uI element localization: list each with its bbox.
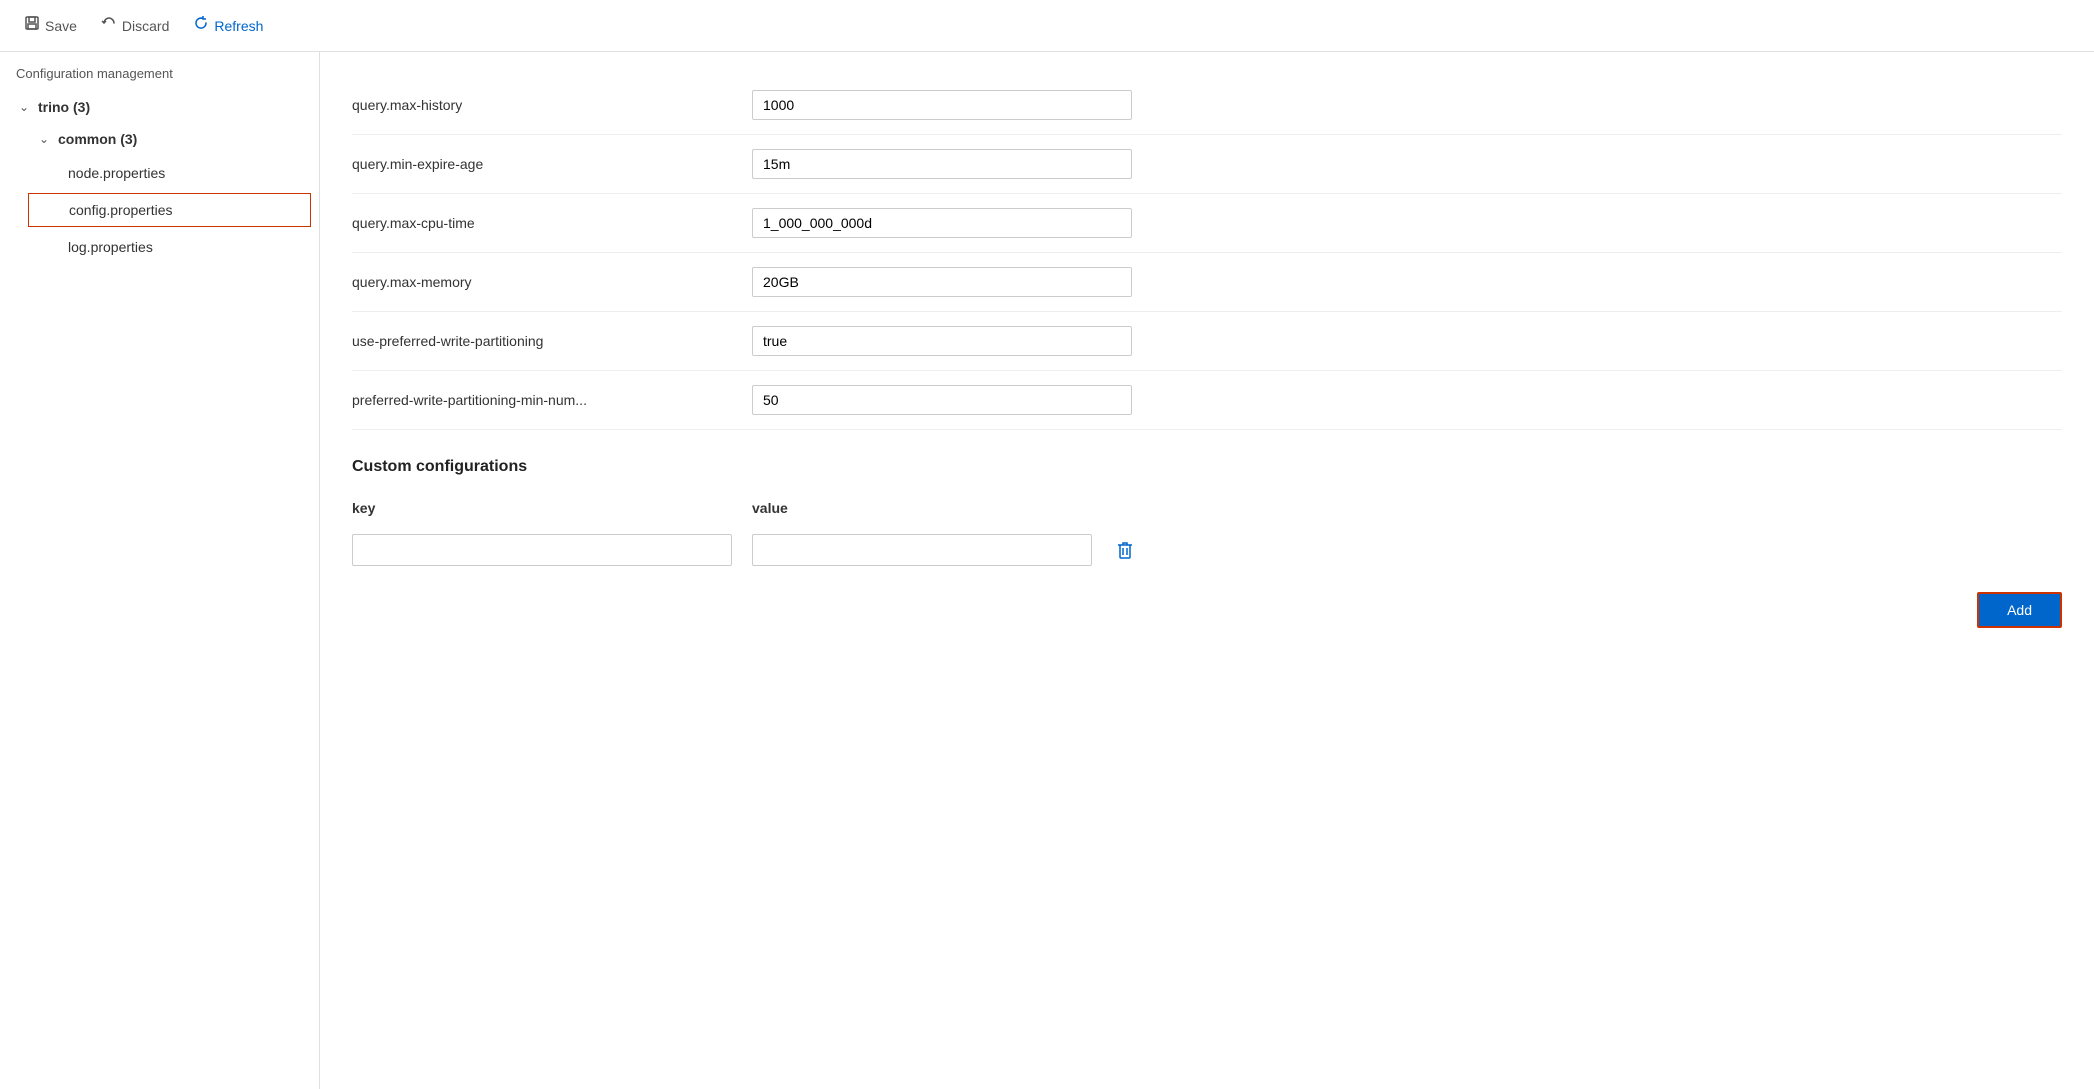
add-row-container: Add xyxy=(352,592,2062,648)
tree-leaf-log-properties[interactable]: log.properties xyxy=(20,229,319,265)
value-column-header: value xyxy=(752,500,2062,516)
config-key-label: query.max-history xyxy=(352,97,732,113)
custom-key-input[interactable] xyxy=(352,534,732,566)
sidebar: Configuration management ⌄ trino (3) ⌄ c… xyxy=(0,52,320,1089)
config-row: query.max-memory xyxy=(352,253,2062,312)
main-content: Configuration management ⌄ trino (3) ⌄ c… xyxy=(0,52,2094,1089)
custom-config-section: Custom configurations key value Add xyxy=(352,458,2062,648)
refresh-button[interactable]: Refresh xyxy=(185,11,271,40)
config-value-input[interactable] xyxy=(752,90,1132,120)
custom-config-row xyxy=(352,524,2062,576)
custom-rows-container xyxy=(352,524,2062,576)
config-value-input[interactable] xyxy=(752,208,1132,238)
config-rows: query.max-history query.min-expire-age que… xyxy=(352,76,2062,430)
config-row: query.min-expire-age xyxy=(352,135,2062,194)
discard-icon xyxy=(101,15,117,36)
save-icon xyxy=(24,15,40,36)
tree-leaf-config-properties[interactable]: config.properties xyxy=(28,193,311,227)
config-row: query.max-cpu-time xyxy=(352,194,2062,253)
config-key-label: query.max-memory xyxy=(352,274,732,290)
tree-root-item[interactable]: ⌄ trino (3) xyxy=(0,91,319,123)
config-key-label: query.max-cpu-time xyxy=(352,215,732,231)
right-panel: query.max-history query.min-expire-age que… xyxy=(320,52,2094,1089)
config-key-label: preferred-write-partitioning-min-num... xyxy=(352,392,732,408)
config-row: preferred-write-partitioning-min-num... xyxy=(352,371,2062,430)
trash-icon xyxy=(1116,541,1134,559)
delete-row-button[interactable] xyxy=(1112,537,1138,563)
tree-common-item[interactable]: ⌄ common (3) xyxy=(20,123,319,155)
chevron-down-icon: ⌄ xyxy=(16,100,32,114)
config-value-input[interactable] xyxy=(752,326,1132,356)
config-value-input[interactable] xyxy=(752,149,1132,179)
toolbar: Save Discard Refresh xyxy=(0,0,2094,52)
config-row: query.max-history xyxy=(352,76,2062,135)
custom-config-header: key value xyxy=(352,492,2062,524)
key-column-header: key xyxy=(352,500,732,516)
tree-leaf-node-properties[interactable]: node.properties xyxy=(20,155,319,191)
add-button[interactable]: Add xyxy=(1977,592,2062,628)
custom-section-title: Custom configurations xyxy=(352,458,2062,476)
custom-value-input[interactable] xyxy=(752,534,1092,566)
config-value-input[interactable] xyxy=(752,267,1132,297)
sidebar-header: Configuration management xyxy=(0,52,319,91)
config-key-label: use-preferred-write-partitioning xyxy=(352,333,732,349)
tree-children: ⌄ common (3) node.properties config.prop… xyxy=(0,123,319,265)
config-key-label: query.min-expire-age xyxy=(352,156,732,172)
save-button[interactable]: Save xyxy=(16,11,85,40)
refresh-icon xyxy=(193,15,209,36)
chevron-down-icon: ⌄ xyxy=(36,132,52,146)
discard-button[interactable]: Discard xyxy=(93,11,177,40)
config-row: use-preferred-write-partitioning xyxy=(352,312,2062,371)
config-value-input[interactable] xyxy=(752,385,1132,415)
